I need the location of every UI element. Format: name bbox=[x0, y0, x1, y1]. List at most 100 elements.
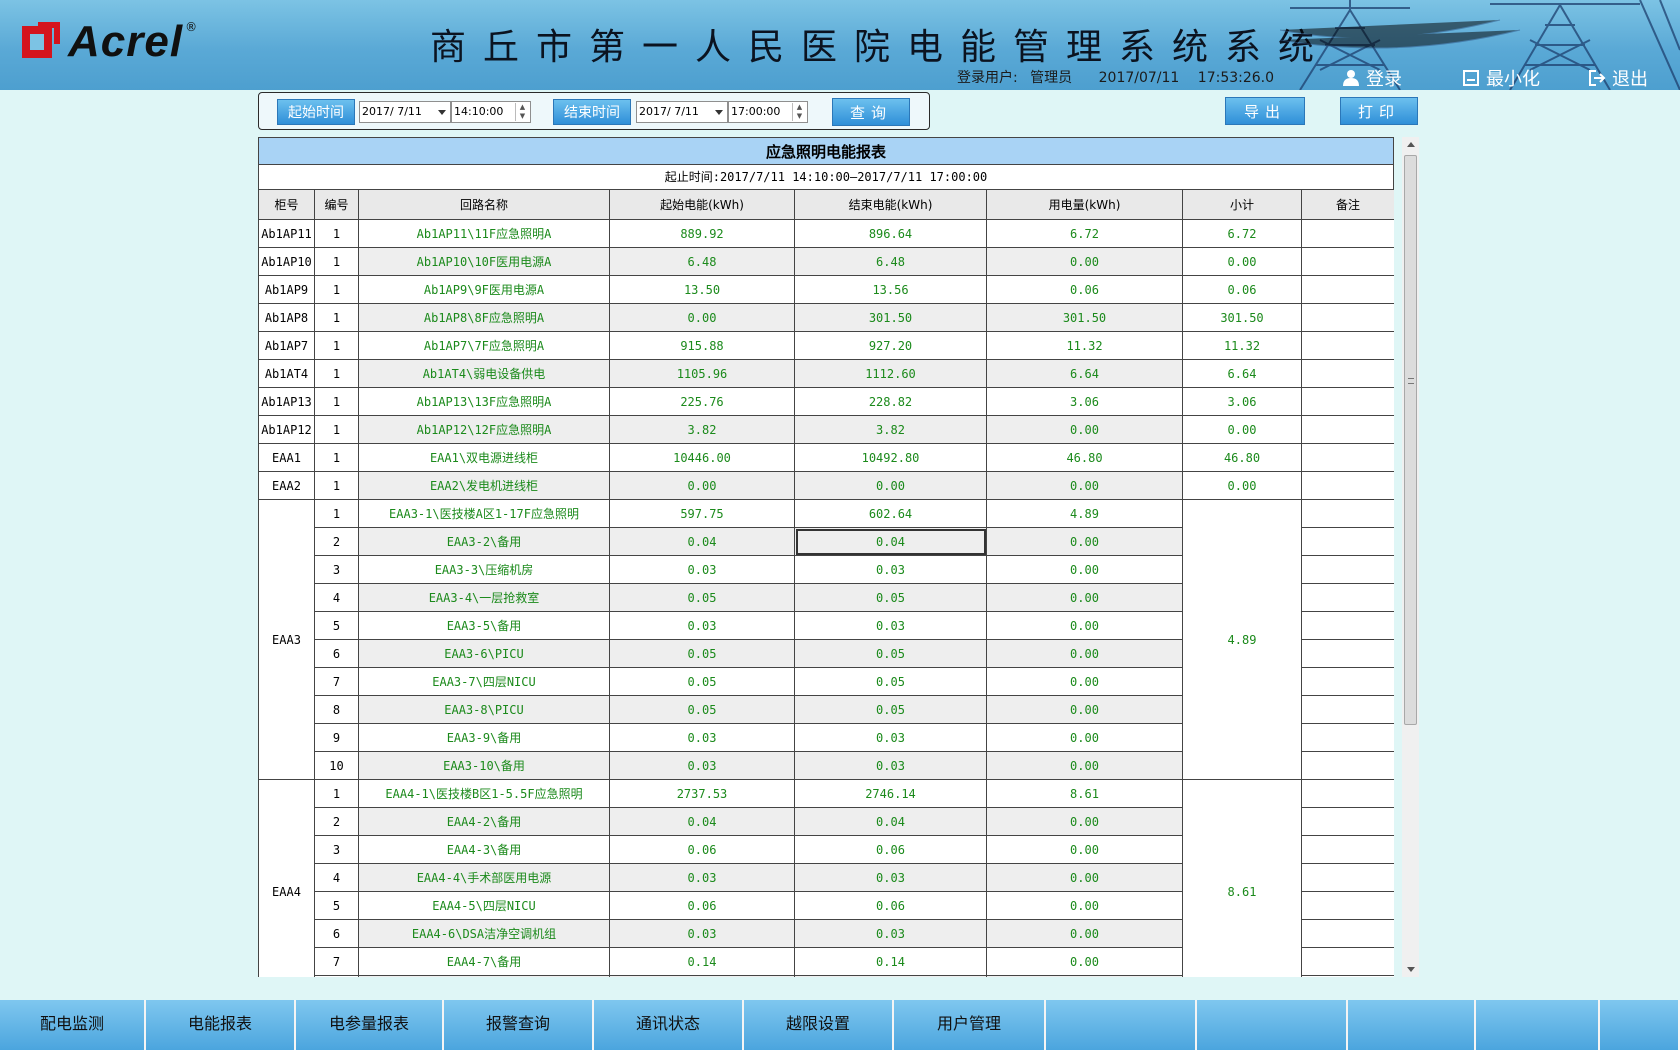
circuit-name-cell: EAA3-10\备用 bbox=[358, 751, 610, 780]
circuit-number-cell: 1 bbox=[314, 415, 359, 444]
subtotal-cell: 301.50 bbox=[1182, 303, 1302, 332]
nav-item[interactable]: 通讯状态 bbox=[594, 1000, 744, 1050]
end-energy-cell: 0.05 bbox=[794, 695, 987, 724]
table-row: EAA3 1 EAA3-1\医技楼A区1-17F应急照明 597.75 602.64 4.… bbox=[258, 499, 1394, 780]
chevron-down-icon[interactable] bbox=[715, 110, 723, 115]
circuit-name-cell: Ab1AP7\7F应急照明A bbox=[358, 331, 610, 360]
circuit-number-cell: 4 bbox=[314, 583, 359, 612]
remark-cell bbox=[1301, 359, 1394, 388]
subtotal-cell: 46.80 bbox=[1182, 443, 1302, 472]
start-energy-cell: 0.03 bbox=[609, 611, 795, 640]
remark-cell bbox=[1301, 975, 1394, 977]
vertical-scrollbar[interactable] bbox=[1402, 137, 1419, 977]
start-energy-cell: 0.05 bbox=[609, 975, 795, 977]
subtotal-cell: 0.06 bbox=[1182, 275, 1302, 304]
usage-cell: 0.00 bbox=[986, 611, 1183, 640]
usage-cell: 0.00 bbox=[986, 639, 1183, 668]
circuit-name-cell: EAA3-7\四层NICU bbox=[358, 667, 610, 696]
nav-item[interactable]: 电能报表 bbox=[146, 1000, 296, 1050]
usage-cell: 0.00 bbox=[986, 891, 1183, 920]
end-time-label: 结束时间 bbox=[553, 99, 631, 125]
usage-cell: 0.06 bbox=[986, 275, 1183, 304]
circuit-name-cell: EAA3-2\备用 bbox=[358, 527, 610, 556]
table-row: Ab1AP11 1 Ab1AP11\11F应急照明A 889.92 896.64 6.72… bbox=[258, 219, 1394, 248]
nav-item[interactable]: 报警查询 bbox=[444, 1000, 594, 1050]
end-time-value: 17:00:00 bbox=[731, 105, 781, 118]
export-button[interactable]: 导出 bbox=[1225, 97, 1305, 125]
subtotal-cell: 6.64 bbox=[1182, 359, 1302, 388]
start-time-input[interactable]: 14:10:00 ▲ ▼ bbox=[451, 101, 531, 123]
start-energy-cell: 0.05 bbox=[609, 583, 795, 612]
end-time-input[interactable]: 17:00:00 ▲ ▼ bbox=[728, 101, 808, 123]
logo-registered-mark: ® bbox=[185, 20, 198, 34]
usage-cell: 0.00 bbox=[986, 471, 1183, 500]
table-row: Ab1AP12 1 Ab1AP12\12F应急照明A 3.82 3.82 0.00 0.00 bbox=[258, 415, 1394, 444]
login-button[interactable]: 登录 bbox=[1342, 65, 1402, 90]
remark-cell bbox=[1301, 723, 1394, 752]
nav-item-empty bbox=[1600, 1000, 1680, 1050]
scrollbar-thumb[interactable] bbox=[1404, 155, 1417, 725]
circuit-number-cell: 2 bbox=[314, 807, 359, 836]
circuit-name-cell: EAA3-4\一层抢救室 bbox=[358, 583, 610, 612]
nav-item-empty bbox=[1476, 1000, 1600, 1050]
circuit-name-cell: EAA4-2\备用 bbox=[358, 807, 610, 836]
circuit-name-cell: EAA4-3\备用 bbox=[358, 835, 610, 864]
remark-cell bbox=[1301, 611, 1394, 640]
chevron-down-icon[interactable] bbox=[438, 110, 446, 115]
circuit-number-cell: 6 bbox=[314, 919, 359, 948]
nav-item[interactable]: 电参量报表 bbox=[296, 1000, 444, 1050]
search-button[interactable]: 查询 bbox=[832, 98, 910, 126]
start-energy-cell: 2737.53 bbox=[609, 779, 795, 808]
usage-cell: 0.00 bbox=[986, 751, 1183, 780]
remark-cell bbox=[1301, 891, 1394, 920]
start-time-spinner[interactable]: ▲ ▼ bbox=[515, 103, 529, 121]
usage-cell: 301.50 bbox=[986, 303, 1183, 332]
scroll-down-icon[interactable] bbox=[1402, 962, 1419, 977]
start-energy-cell: 0.04 bbox=[609, 807, 795, 836]
nav-item[interactable]: 用户管理 bbox=[894, 1000, 1046, 1050]
start-energy-cell: 3.82 bbox=[609, 415, 795, 444]
table-row: EAA2 1 EAA2\发电机进线柜 0.00 0.00 0.00 0.00 bbox=[258, 471, 1394, 500]
end-energy-cell: 0.05 bbox=[794, 667, 987, 696]
end-date-picker[interactable]: 2017/ 7/11 bbox=[636, 101, 728, 123]
nav-item[interactable]: 越限设置 bbox=[744, 1000, 894, 1050]
exit-button[interactable]: 退出 bbox=[1588, 65, 1648, 90]
remark-cell bbox=[1301, 247, 1394, 276]
nav-item[interactable]: 配电监测 bbox=[0, 1000, 146, 1050]
start-energy-cell: 915.88 bbox=[609, 331, 795, 360]
end-time-spinner[interactable]: ▲ ▼ bbox=[792, 103, 806, 121]
circuit-number-cell: 1 bbox=[314, 471, 359, 500]
logo-mark-icon bbox=[22, 22, 62, 62]
start-date-picker[interactable]: 2017/ 7/11 bbox=[359, 101, 451, 123]
usage-cell: 0.00 bbox=[986, 863, 1183, 892]
circuit-number-cell: 1 bbox=[314, 359, 359, 388]
print-button[interactable]: 打印 bbox=[1340, 97, 1418, 125]
cabinet-cell: Ab1AP13 bbox=[258, 387, 315, 416]
end-date-value: 2017/ 7/11 bbox=[639, 105, 699, 118]
subtotal-cell: 4.89 bbox=[1182, 499, 1302, 780]
circuit-name-cell: Ab1AP9\9F医用电源A bbox=[358, 275, 610, 304]
minimize-button[interactable]: 最小化 bbox=[1462, 65, 1540, 90]
start-energy-cell: 597.75 bbox=[609, 499, 795, 528]
table-row: Ab1AP10 1 Ab1AP10\10F医用电源A 6.48 6.48 0.00 0.00 bbox=[258, 247, 1394, 276]
usage-cell: 0.00 bbox=[986, 947, 1183, 976]
start-energy-cell: 0.03 bbox=[609, 919, 795, 948]
start-energy-cell: 0.03 bbox=[609, 555, 795, 584]
scroll-up-icon[interactable] bbox=[1402, 137, 1419, 152]
usage-cell: 0.00 bbox=[986, 667, 1183, 696]
circuit-number-cell: 1 bbox=[314, 219, 359, 248]
circuit-name-cell: EAA3-3\压缩机房 bbox=[358, 555, 610, 584]
start-time-label: 起始时间 bbox=[277, 99, 355, 125]
end-energy-cell: 228.82 bbox=[794, 387, 987, 416]
cabinet-cell: EAA2 bbox=[258, 471, 315, 500]
circuit-number-cell: 1 bbox=[314, 247, 359, 276]
subtotal-cell: 3.06 bbox=[1182, 387, 1302, 416]
user-label: 登录用户: bbox=[957, 70, 1018, 86]
remark-cell bbox=[1301, 947, 1394, 976]
circuit-number-cell: 1 bbox=[314, 499, 359, 528]
remark-cell bbox=[1301, 219, 1394, 248]
table-row: Ab1AP13 1 Ab1AP13\13F应急照明A 225.76 228.82 3.06… bbox=[258, 387, 1394, 416]
query-panel: 起始时间 2017/ 7/11 14:10:00 ▲ ▼ 结束时间 2017/ 7… bbox=[258, 92, 930, 130]
cabinet-cell: Ab1AP11 bbox=[258, 219, 315, 248]
column-header: 回路名称 bbox=[358, 189, 610, 220]
